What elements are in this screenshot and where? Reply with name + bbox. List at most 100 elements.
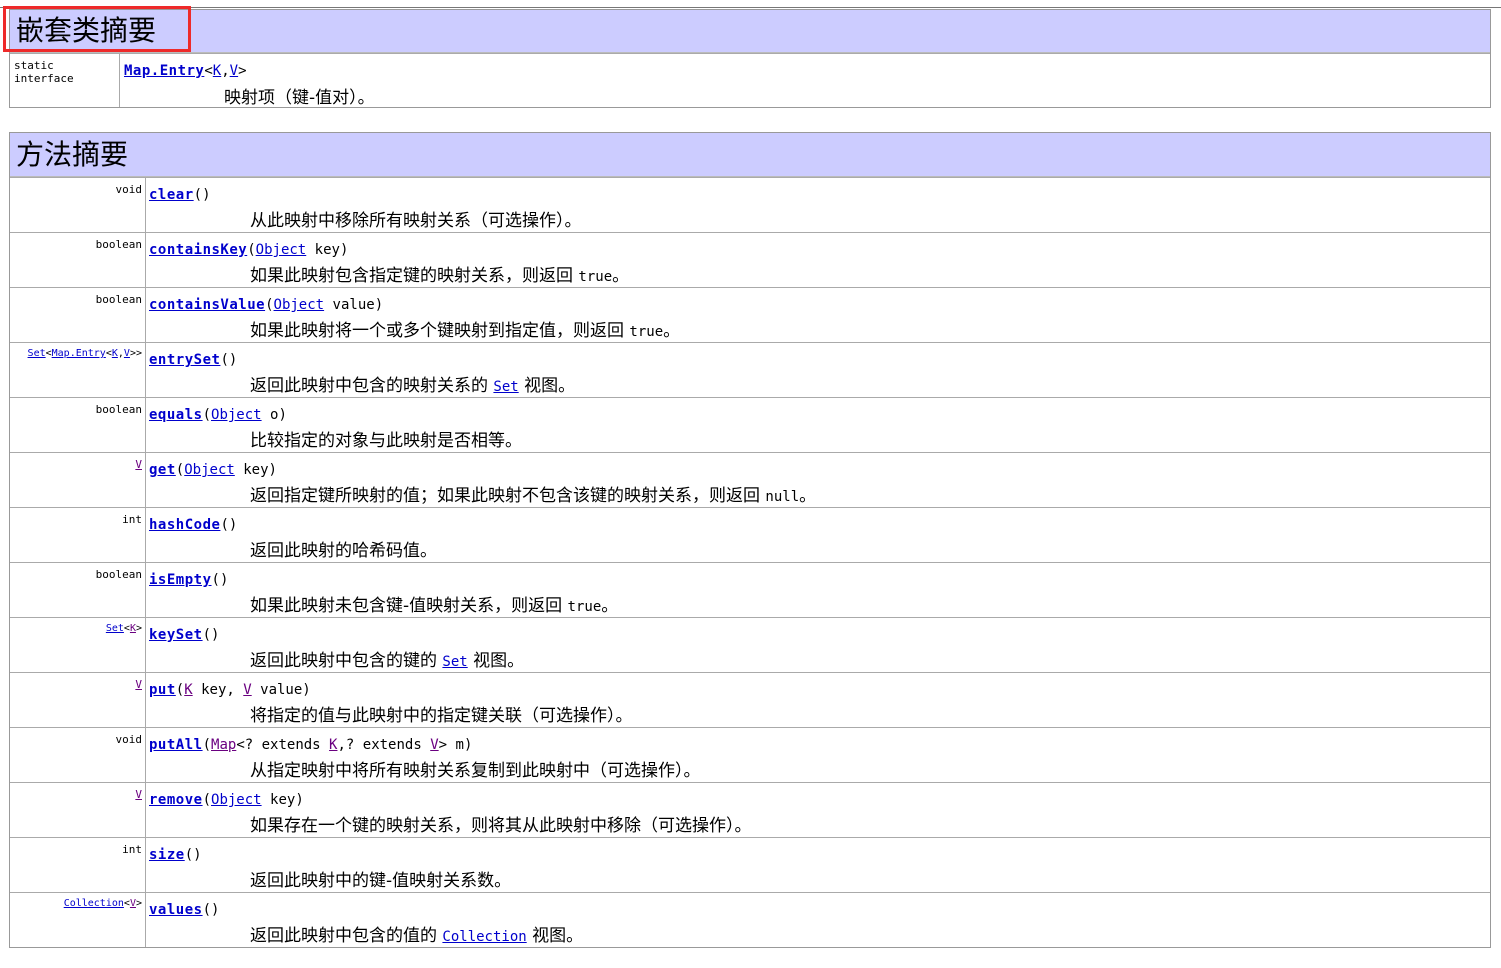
method-description: 从指定映射中将所有映射关系复制到此映射中（可选操作）。 bbox=[250, 761, 701, 781]
method-signature: isEmpty() bbox=[149, 572, 229, 588]
method-row-size: int size() 返回此映射中的键-值映射关系数。 bbox=[10, 837, 1490, 892]
method-link-containsvalue[interactable]: containsValue bbox=[149, 297, 265, 313]
return-type: V bbox=[10, 453, 146, 507]
return-type-v-link[interactable]: V bbox=[135, 678, 142, 691]
method-link-put[interactable]: put bbox=[149, 682, 176, 698]
method-row-values: Collection<V> values() 返回此映射中包含的值的 Colle… bbox=[10, 892, 1490, 947]
method-row-keyset: Set<K> keySet() 返回此映射中包含的键的 Set 视图。 bbox=[10, 617, 1490, 672]
param-name: key bbox=[270, 792, 296, 808]
method-link-get[interactable]: get bbox=[149, 462, 176, 478]
method-signature: remove(Object key) bbox=[149, 792, 304, 808]
return-type: Set<Map.Entry<K,V>> bbox=[10, 343, 146, 397]
param-type-link[interactable]: Object bbox=[184, 462, 235, 478]
return-type: V bbox=[10, 673, 146, 727]
method-row-containskey: boolean containsKey(Object key) 如果此映射包含指… bbox=[10, 232, 1490, 287]
method-row-entryset: Set<Map.Entry<K,V>> entrySet() 返回此映射中包含的… bbox=[10, 342, 1490, 397]
method-description: 如果此映射未包含键-值映射关系，则返回 true。 bbox=[250, 596, 619, 616]
method-link-clear[interactable]: clear bbox=[149, 187, 194, 203]
method-description: 如果此映射将一个或多个键映射到指定值，则返回 true。 bbox=[250, 321, 681, 341]
param-name: value bbox=[332, 297, 375, 313]
method-link-values[interactable]: values bbox=[149, 902, 203, 918]
return-type-collection-link[interactable]: Collection bbox=[64, 898, 124, 909]
method-description: 如果存在一个键的映射关系，则将其从此映射中移除（可选操作）。 bbox=[250, 816, 752, 836]
method-row-get: V get(Object key) 返回指定键所映射的值；如果此映射不包含该键的… bbox=[10, 452, 1490, 507]
param-name: key bbox=[243, 462, 269, 478]
return-type: boolean bbox=[10, 398, 146, 452]
method-signature: entrySet() bbox=[149, 352, 238, 368]
param-k-link[interactable]: K bbox=[184, 682, 192, 698]
return-type: void bbox=[10, 178, 146, 232]
method-description: 返回此映射中包含的值的 Collection 视图。 bbox=[250, 926, 584, 946]
return-type: Set<K> bbox=[10, 618, 146, 672]
method-signature: clear() bbox=[149, 187, 211, 203]
method-link-equals[interactable]: equals bbox=[149, 407, 203, 423]
return-type-set-link[interactable]: Set bbox=[28, 348, 46, 359]
method-description: 返回此映射中的键-值映射关系数。 bbox=[250, 871, 512, 891]
return-type: boolean bbox=[10, 233, 146, 287]
return-type-map-entry-link[interactable]: Map.Entry bbox=[52, 348, 106, 359]
param-v-link[interactable]: V bbox=[430, 737, 438, 753]
return-type: int bbox=[10, 838, 146, 892]
method-summary: 方法摘要 void clear() 从此映射中移除所有映射关系（可选操作）。 b… bbox=[9, 132, 1491, 948]
method-summary-title: 方法摘要 bbox=[16, 138, 129, 171]
return-type: boolean bbox=[10, 563, 146, 617]
method-signature: hashCode() bbox=[149, 517, 238, 533]
desc-collection-link[interactable]: Collection bbox=[442, 929, 526, 945]
return-type: V bbox=[10, 783, 146, 837]
return-type: void bbox=[10, 728, 146, 782]
nested-modifier: static interface bbox=[10, 54, 120, 107]
param-type-link[interactable]: Object bbox=[256, 242, 307, 258]
method-link-putall[interactable]: putAll bbox=[149, 737, 203, 753]
param-v-link[interactable]: V bbox=[243, 682, 251, 698]
method-description: 比较指定的对象与此映射是否相等。 bbox=[250, 431, 522, 451]
method-link-remove[interactable]: remove bbox=[149, 792, 203, 808]
desc-set-link[interactable]: Set bbox=[442, 654, 467, 670]
method-signature: put(K key, V value) bbox=[149, 682, 311, 698]
method-link-entryset[interactable]: entrySet bbox=[149, 352, 220, 368]
method-summary-header: 方法摘要 bbox=[10, 133, 1490, 177]
nested-description: 映射项（键-值对）。 bbox=[224, 88, 375, 108]
method-signature: equals(Object o) bbox=[149, 407, 287, 423]
type-param-k-link[interactable]: K bbox=[213, 63, 221, 79]
method-link-containskey[interactable]: containsKey bbox=[149, 242, 247, 258]
method-description: 如果此映射包含指定键的映射关系，则返回 true。 bbox=[250, 266, 630, 286]
method-signature: keySet() bbox=[149, 627, 220, 643]
nested-signature: Map.Entry<K,V> bbox=[124, 63, 247, 79]
return-type: int bbox=[10, 508, 146, 562]
param-type-link[interactable]: Object bbox=[211, 792, 262, 808]
param-type-link[interactable]: Object bbox=[211, 407, 262, 423]
method-signature: containsKey(Object key) bbox=[149, 242, 349, 258]
method-row-isempty: boolean isEmpty() 如果此映射未包含键-值映射关系，则返回 tr… bbox=[10, 562, 1490, 617]
method-link-size[interactable]: size bbox=[149, 847, 185, 863]
method-signature: size() bbox=[149, 847, 202, 863]
map-entry-link[interactable]: Map.Entry bbox=[124, 63, 204, 79]
method-link-keyset[interactable]: keySet bbox=[149, 627, 203, 643]
method-description: 返回此映射中包含的键的 Set 视图。 bbox=[250, 651, 525, 671]
param-name: key bbox=[314, 242, 340, 258]
desc-set-link[interactable]: Set bbox=[493, 379, 518, 395]
return-type-set-link[interactable]: Set bbox=[106, 623, 124, 634]
method-signature: containsValue(Object value) bbox=[149, 297, 384, 313]
return-type: Collection<V> bbox=[10, 893, 146, 947]
method-link-isempty[interactable]: isEmpty bbox=[149, 572, 212, 588]
return-type-v-link[interactable]: V bbox=[135, 458, 142, 471]
nested-class-summary: 嵌套类摘要 static interface Map.Entry<K,V> 映射… bbox=[3, 6, 1491, 108]
method-signature: putAll(Map<? extends K,? extends V> m) bbox=[149, 737, 473, 753]
type-param-v-link[interactable]: V bbox=[230, 63, 238, 79]
method-row-remove: V remove(Object key) 如果存在一个键的映射关系，则将其从此映… bbox=[10, 782, 1490, 837]
nested-summary-title: 嵌套类摘要 bbox=[16, 14, 157, 47]
method-signature: get(Object key) bbox=[149, 462, 277, 478]
method-row-containsvalue: boolean containsValue(Object value) 如果此映… bbox=[10, 287, 1490, 342]
param-map-link[interactable]: Map bbox=[211, 737, 236, 753]
method-description: 将指定的值与此映射中的指定键关联（可选操作）。 bbox=[250, 706, 633, 726]
method-row-clear: void clear() 从此映射中移除所有映射关系（可选操作）。 bbox=[10, 177, 1490, 232]
return-type-v-link[interactable]: V bbox=[135, 788, 142, 801]
method-signature: values() bbox=[149, 902, 220, 918]
method-link-hashcode[interactable]: hashCode bbox=[149, 517, 220, 533]
top-divider bbox=[0, 7, 1501, 8]
nested-row-map-entry: static interface Map.Entry<K,V> 映射项（键-值对… bbox=[10, 53, 1490, 108]
param-type-link[interactable]: Object bbox=[274, 297, 325, 313]
nested-summary-header: 嵌套类摘要 bbox=[3, 6, 1490, 53]
method-description: 返回此映射中包含的映射关系的 Set 视图。 bbox=[250, 376, 576, 396]
method-description: 返回指定键所映射的值；如果此映射不包含该键的映射关系，则返回 null。 bbox=[250, 486, 817, 506]
